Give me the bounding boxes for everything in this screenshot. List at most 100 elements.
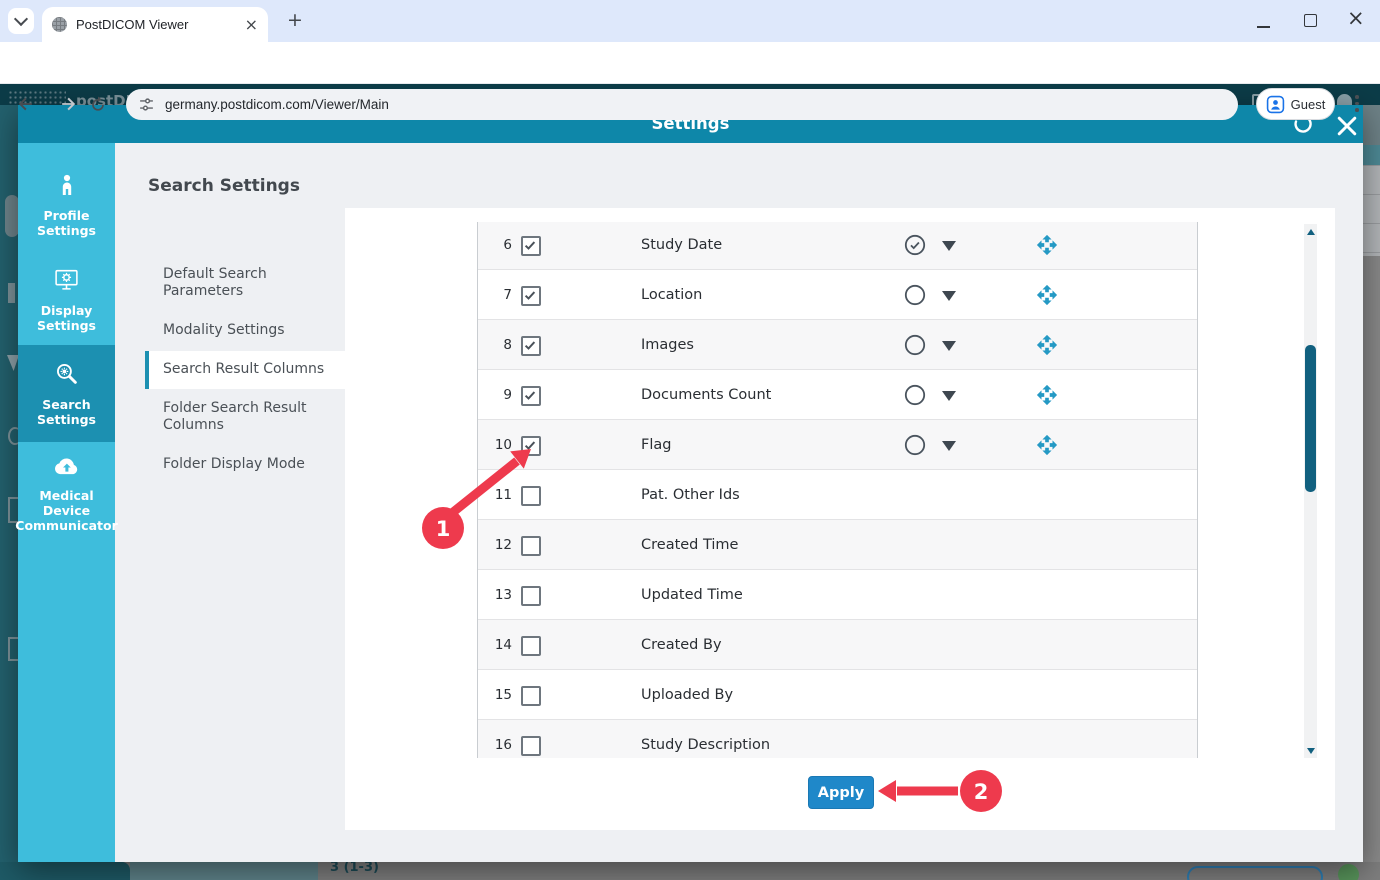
tab-search-button[interactable] (8, 8, 34, 34)
person-icon (55, 173, 79, 201)
table-row: 6 Study Date (478, 222, 1197, 270)
dimmed-status-bar: 3 (1-3) (0, 862, 1380, 880)
section-title: Search Settings (148, 176, 300, 196)
row-number: 14 (478, 620, 512, 670)
row-number: 11 (478, 470, 512, 520)
column-label: Study Date (641, 222, 722, 270)
row-number: 6 (478, 222, 512, 270)
scrollbar-up-arrow[interactable] (1307, 229, 1315, 235)
move-handle-icon[interactable] (1036, 234, 1058, 256)
settings-sidebar: Profile Settings Display Settings Search S… (18, 143, 115, 862)
move-handle-icon[interactable] (1036, 434, 1058, 456)
subnav-item-folder-search-result-columns[interactable]: Folder Search Result Columns (163, 400, 338, 434)
profile-avatar-icon (1266, 95, 1285, 114)
sidebar-item-profile-settings[interactable]: Profile Settings (18, 157, 115, 254)
column-visible-checkbox[interactable] (521, 586, 541, 606)
sidebar-item-label: Medical Device Communicator (15, 488, 117, 533)
column-visible-checkbox[interactable] (521, 336, 541, 356)
close-icon[interactable] (1334, 114, 1360, 138)
sidebar-item-label: Display Settings (18, 303, 115, 333)
search-settings-icon (54, 361, 79, 390)
move-handle-icon[interactable] (1036, 284, 1058, 306)
window-close-button[interactable]: × (1347, 6, 1365, 30)
site-favicon (52, 17, 67, 32)
tune-icon[interactable] (138, 96, 155, 113)
row-number: 8 (478, 320, 512, 370)
scrollbar-thumb[interactable] (1305, 345, 1316, 492)
subnav-item-search-result-columns[interactable]: Search Result Columns (163, 361, 363, 378)
row-number: 9 (478, 370, 512, 420)
table-row: 12Created Time (478, 520, 1197, 570)
browser-tab-strip: PostDICOM Viewer × + × (0, 0, 1380, 42)
sort-direction-caret-icon[interactable] (942, 241, 956, 251)
sort-circle-icon[interactable] (904, 384, 926, 406)
sort-direction-caret-icon[interactable] (942, 291, 956, 301)
table-row: 16 Study Description (478, 720, 1197, 758)
column-label: Created By (641, 620, 722, 670)
column-label: Images (641, 320, 694, 370)
browser-tab[interactable]: PostDICOM Viewer × (42, 7, 268, 42)
column-visible-checkbox[interactable] (521, 486, 541, 506)
forward-icon[interactable] (58, 94, 78, 114)
sidebar-item-label: Profile Settings (18, 208, 115, 238)
row-number: 16 (478, 720, 512, 758)
sidebar-item-medical-device-communicator[interactable]: Medical Device Communicator (18, 442, 115, 545)
row-number: 7 (478, 270, 512, 320)
sort-direction-caret-icon[interactable] (942, 341, 956, 351)
reload-icon[interactable] (88, 94, 108, 114)
sidebar-item-search-settings[interactable]: Search Settings (18, 345, 115, 442)
apply-button[interactable]: Apply (808, 776, 874, 809)
table-row: 15Uploaded By (478, 670, 1197, 720)
table-row: 11 Pat. Other Ids (478, 470, 1197, 520)
sidebar-item-label: Search Settings (18, 397, 115, 427)
scrollbar-down-arrow[interactable] (1307, 748, 1315, 754)
column-label: Documents Count (641, 370, 771, 420)
new-tab-button[interactable]: + (284, 10, 306, 32)
table-row: 14 Created By (478, 620, 1197, 670)
move-handle-icon[interactable] (1036, 384, 1058, 406)
column-visible-checkbox[interactable] (521, 236, 541, 256)
column-label: Location (641, 270, 702, 320)
subnav-item-folder-display-mode[interactable]: Folder Display Mode (163, 456, 363, 473)
sort-direction-caret-icon[interactable] (942, 391, 956, 401)
row-number: 12 (478, 520, 512, 570)
column-visible-checkbox[interactable] (521, 286, 541, 306)
chevron-down-icon (14, 12, 28, 26)
window-maximize-button[interactable] (1304, 14, 1317, 27)
column-visible-checkbox[interactable] (521, 536, 541, 556)
tab-close-icon[interactable]: × (245, 17, 258, 33)
column-label: Pat. Other Ids (641, 470, 740, 520)
column-visible-checkbox[interactable] (521, 436, 541, 456)
move-handle-icon[interactable] (1036, 334, 1058, 356)
column-visible-checkbox[interactable] (521, 686, 541, 706)
columns-table: 6 Study Date 7 Location 8 Images 9 Documents Co… (477, 222, 1198, 758)
row-number: 15 (478, 670, 512, 720)
column-label: Study Description (641, 720, 770, 758)
sort-circle-icon[interactable] (904, 334, 926, 356)
column-visible-checkbox[interactable] (521, 736, 541, 756)
column-visible-checkbox[interactable] (521, 386, 541, 406)
display-settings-icon (53, 267, 80, 296)
back-icon[interactable] (16, 94, 36, 114)
table-row: 8 Images (478, 320, 1197, 370)
profile-button[interactable]: Guest (1256, 88, 1335, 120)
dimmed-pagination-pill (1187, 866, 1323, 880)
dimmed-green-button (1338, 864, 1359, 880)
column-visible-checkbox[interactable] (521, 636, 541, 656)
sort-circle-icon[interactable] (904, 434, 926, 456)
url-bar[interactable]: germany.postdicom.com/Viewer/Main (126, 89, 1238, 120)
subnav-item-default-search-parameters[interactable]: Default Search Parameters (163, 266, 323, 300)
result-count-text: 3 (1-3) (330, 862, 379, 875)
sort-direction-caret-icon[interactable] (942, 441, 956, 451)
column-label: Updated Time (641, 570, 743, 620)
dimmed-right-panel (1363, 105, 1380, 880)
table-row: 10Flag (478, 420, 1197, 470)
sidebar-item-display-settings[interactable]: Display Settings (18, 255, 115, 345)
browser-menu-button[interactable] (1355, 95, 1359, 115)
sort-selected-icon[interactable] (904, 234, 926, 256)
sort-circle-icon[interactable] (904, 284, 926, 306)
window-minimize-button[interactable] (1257, 26, 1270, 28)
subnav-item-modality-settings[interactable]: Modality Settings (163, 322, 363, 339)
row-number: 10 (478, 420, 512, 470)
tab-title: PostDICOM Viewer (76, 17, 245, 32)
